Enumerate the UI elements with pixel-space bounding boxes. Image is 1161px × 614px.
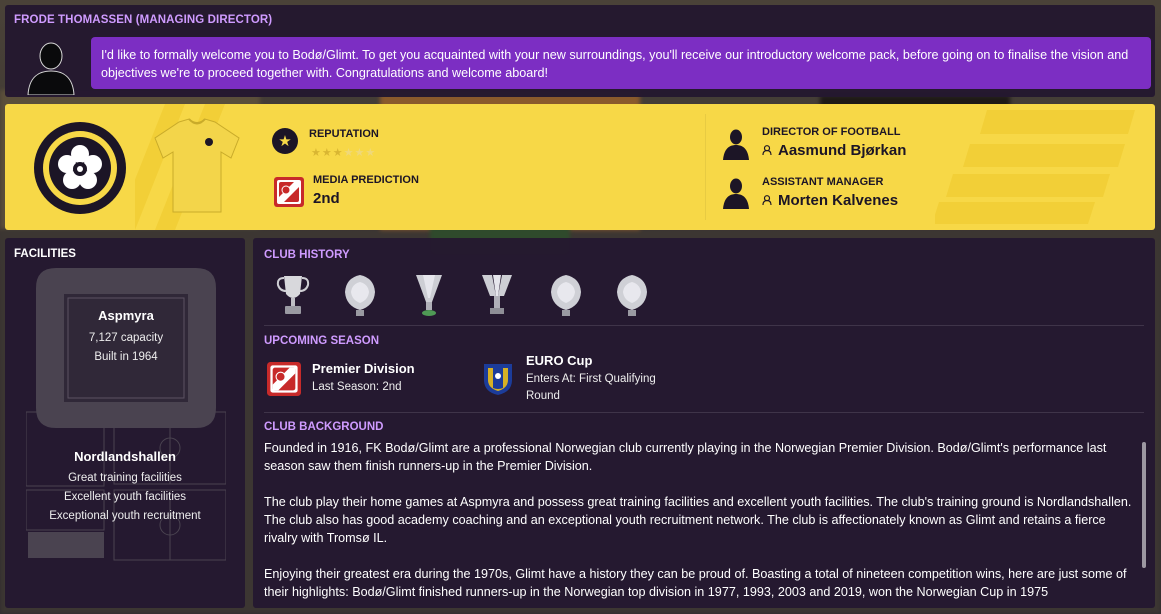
club-background-text: Founded in 1916, FK Bodø/Glimt are a pro…: [264, 439, 1134, 608]
training-ground-name: Nordlandshallen: [74, 449, 176, 464]
club-crest-icon: [34, 122, 126, 214]
cup-trophy-icon[interactable]: [275, 272, 311, 318]
am-name-text: Morten Kalvenes: [778, 192, 899, 209]
assistant-manager-icon: [723, 178, 749, 209]
stadium-info: Aspmyra 7,127 capacity Built in 1964: [65, 308, 187, 367]
media-prediction-value: 2nd: [313, 190, 340, 207]
shield-trophy-icon[interactable]: [342, 272, 378, 318]
league-last-season: Last Season: 2nd: [312, 381, 402, 393]
dof-name-text: Aasmund Bjørkan: [778, 142, 907, 159]
reputation-stars: ★★★★★★: [311, 146, 376, 159]
euro-cup-name[interactable]: EURO Cup: [526, 353, 592, 368]
director-avatar-icon: [27, 42, 75, 95]
premier-division-icon[interactable]: [267, 362, 301, 396]
message-sender: FRODE THOMASSEN (MANAGING DIRECTOR): [14, 14, 273, 26]
section-divider: [264, 325, 1144, 326]
club-overview-panel: CLUB HISTORY UPCOMING SEASON Premier Div…: [253, 238, 1155, 608]
european-trophy-icon[interactable]: [479, 272, 515, 318]
background-scrollbar[interactable]: [1142, 442, 1146, 568]
euro-cup-entry: Enters At: First Qualifying Round: [526, 373, 656, 402]
youth-facilities-level: Excellent youth facilities: [63, 491, 187, 503]
reputation-star-icon: ★: [272, 128, 298, 154]
facilities-title: FACILITIES: [14, 248, 76, 260]
stadium-name: Aspmyra: [98, 308, 154, 323]
facilities-panel: FACILITIES Aspmyra 7,127 capacity Built …: [5, 238, 245, 608]
am-label: ASSISTANT MANAGER: [762, 176, 884, 188]
upcoming-season-title: UPCOMING SEASON: [264, 335, 380, 347]
welcome-message-panel: FRODE THOMASSEN (MANAGING DIRECTOR) I'd …: [5, 5, 1155, 97]
stadium-built: Built in 1964: [94, 351, 158, 363]
club-background-title: CLUB BACKGROUND: [264, 421, 384, 433]
am-name[interactable]: Morten Kalvenes: [762, 192, 898, 209]
banner-stripes-right: [935, 110, 1135, 224]
section-divider: [264, 412, 1144, 413]
person-small-icon: [762, 145, 772, 155]
media-prediction-label: MEDIA PREDICTION: [313, 174, 419, 186]
league-name[interactable]: Premier Division: [312, 361, 415, 376]
dof-label: DIRECTOR OF FOOTBALL: [762, 126, 901, 138]
reputation-star-icon: ★: [343, 147, 355, 159]
background-paragraph: The club play their home games at Aspmyr…: [264, 495, 1132, 545]
media-prediction-icon: [274, 177, 304, 207]
director-of-football-icon: [723, 129, 749, 160]
training-ground-info: Nordlandshallen Great training facilitie…: [13, 449, 237, 526]
reputation-star-icon: ★: [311, 147, 322, 159]
person-small-icon: [762, 195, 772, 205]
reputation-star-icon: ★: [321, 147, 333, 159]
shield-trophy-icon[interactable]: [548, 272, 584, 318]
shield-trophy-icon[interactable]: [614, 272, 650, 318]
background-paragraph: Founded in 1916, FK Bodø/Glimt are a pro…: [264, 441, 1107, 473]
banner-divider: [705, 114, 706, 220]
club-history-title: CLUB HISTORY: [264, 249, 350, 261]
dof-name[interactable]: Aasmund Bjørkan: [762, 142, 906, 159]
reputation-label: REPUTATION: [309, 128, 379, 140]
goblet-trophy-icon[interactable]: [411, 272, 447, 318]
message-bubble: I'd like to formally welcome you to Bodø…: [91, 37, 1151, 89]
reputation-star-icon: ★: [365, 147, 377, 159]
background-paragraph: Enjoying their greatest era during the 1…: [264, 567, 1127, 599]
reputation-star-icon: ★: [332, 147, 344, 159]
training-facilities-level: Great training facilities: [68, 472, 182, 484]
stadium-capacity: 7,127 capacity: [88, 332, 164, 344]
club-shirt-icon: [154, 118, 240, 213]
reputation-star-icon: ★: [354, 147, 366, 159]
euro-cup-icon[interactable]: [480, 360, 516, 396]
youth-recruitment-level: Exceptional youth recruitment: [49, 510, 201, 522]
club-banner: ★ REPUTATION ★★★★★★ MEDIA PREDICTION 2nd…: [5, 104, 1155, 230]
